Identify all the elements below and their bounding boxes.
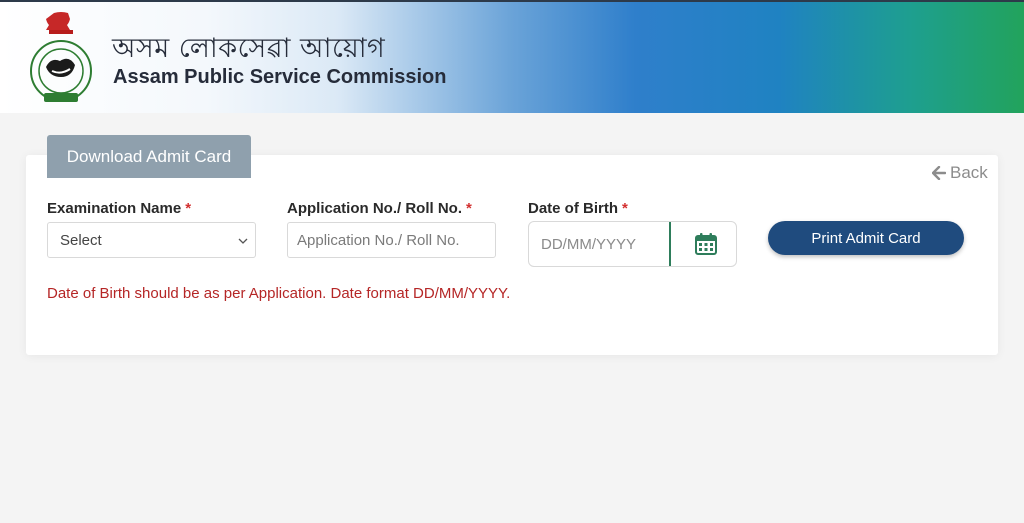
site-header: অসম লোকসেৱা আয়োগ Assam Public Service C…: [0, 0, 1024, 113]
header-title-english: Assam Public Service Commission: [113, 66, 447, 88]
date-of-birth-label: Date of Birth *: [528, 200, 628, 217]
select-value: Select: [60, 231, 102, 249]
arrow-left-icon: [932, 166, 946, 180]
application-roll-input[interactable]: [287, 222, 496, 258]
date-format-hint: Date of Birth should be as per Applicati…: [47, 285, 511, 302]
required-mark: *: [466, 200, 472, 217]
examination-name-select[interactable]: Select: [47, 222, 256, 258]
application-roll-label: Application No./ Roll No. *: [287, 200, 472, 217]
print-admit-card-button[interactable]: Print Admit Card: [768, 221, 964, 255]
date-of-birth-field: [528, 221, 737, 267]
date-of-birth-input[interactable]: [529, 222, 671, 266]
calendar-button[interactable]: [675, 222, 736, 266]
calendar-icon: [694, 233, 717, 255]
back-label: Back: [950, 163, 988, 182]
required-mark: *: [622, 200, 628, 217]
download-admit-card-tab[interactable]: Download Admit Card: [47, 135, 251, 178]
apsc-emblem-logo: [30, 12, 92, 102]
chevron-down-icon: [238, 238, 248, 244]
required-mark: *: [185, 200, 192, 217]
back-link[interactable]: Back: [932, 163, 988, 183]
examination-name-label: Examination Name *: [47, 200, 192, 217]
